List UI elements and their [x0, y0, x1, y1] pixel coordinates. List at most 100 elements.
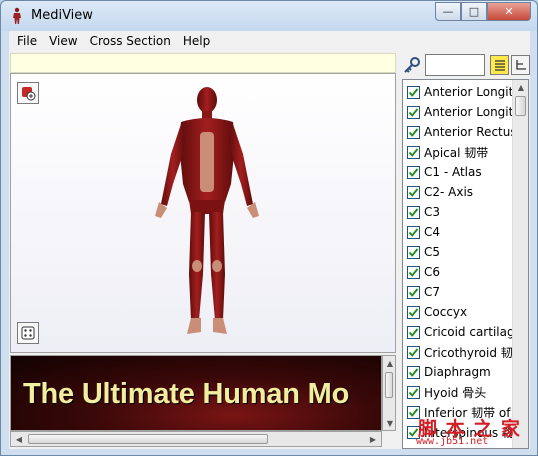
window-title: MediView: [31, 8, 93, 23]
checkbox[interactable]: [407, 305, 420, 319]
rotate-mode-button[interactable]: [17, 322, 39, 344]
checkbox[interactable]: [407, 265, 420, 279]
checkbox[interactable]: [407, 345, 420, 359]
checkbox[interactable]: [407, 245, 420, 259]
banner-horizontal-scrollbar[interactable]: ◀ ▶: [10, 431, 382, 447]
list-vscroll-thumb[interactable]: [515, 96, 526, 116]
checkbox[interactable]: [407, 165, 420, 179]
list-item[interactable]: Inferior 韧带 of: [407, 402, 512, 422]
checkmark-icon: [408, 147, 419, 157]
checkbox[interactable]: [407, 205, 420, 219]
list-item[interactable]: Diaphragm: [407, 362, 512, 382]
search-row: [401, 54, 530, 76]
checkbox[interactable]: [407, 125, 420, 139]
list-item[interactable]: C5: [407, 242, 512, 262]
banner-hscroll-thumb[interactable]: [28, 434, 268, 444]
list-vertical-scrollbar[interactable]: ▲: [512, 80, 528, 448]
checkmark-icon: [408, 407, 419, 417]
list-item-label: C4: [424, 225, 441, 239]
checkmark-icon: [408, 367, 419, 377]
checkbox[interactable]: [407, 85, 420, 99]
list-item-label: Diaphragm: [424, 365, 491, 379]
reset-view-button[interactable]: [17, 82, 39, 104]
checkbox[interactable]: [407, 385, 420, 399]
checkbox[interactable]: [407, 185, 420, 199]
structure-list[interactable]: ▲ Anterior Longit Anterior Longit Anterior…: [402, 79, 529, 449]
list-view-button[interactable]: [490, 55, 509, 75]
tree-icon: [515, 60, 526, 70]
list-item[interactable]: C2- Axis: [407, 182, 512, 202]
checkmark-icon: [408, 347, 419, 357]
menu-view[interactable]: View: [43, 31, 83, 51]
checkmark-icon: [408, 227, 419, 237]
list-item-label: Apical 韧带: [424, 145, 489, 160]
list-item-label: Cricoid cartilag: [424, 325, 512, 339]
checkbox[interactable]: [407, 225, 420, 239]
list-item-label: Anterior Longit: [424, 105, 512, 119]
list-item-label: Coccyx: [424, 305, 468, 319]
scroll-down-icon[interactable]: ▼: [383, 416, 397, 430]
scroll-left-icon[interactable]: ◀: [12, 432, 26, 446]
list-item[interactable]: C3: [407, 202, 512, 222]
checkbox[interactable]: [407, 405, 420, 419]
list-item-label: Cricothyroid 韧: [424, 345, 512, 360]
banner-vscroll-thumb[interactable]: [385, 372, 393, 398]
list-item[interactable]: Anterior Longit: [407, 82, 512, 102]
list-item[interactable]: Anterior Longit: [407, 102, 512, 122]
checkmark-icon: [408, 127, 419, 137]
title-bar[interactable]: MediView — □ ✕: [1, 1, 537, 31]
banner-text: The Ultimate Human Mo: [23, 378, 350, 410]
window-controls: — □ ✕: [435, 2, 531, 21]
checkbox[interactable]: [407, 285, 420, 299]
list-item[interactable]: C1 - Atlas: [407, 162, 512, 182]
list-item[interactable]: Anterior Rectus: [407, 122, 512, 142]
menu-help[interactable]: Help: [177, 31, 216, 51]
list-item-label: C1 - Atlas: [424, 165, 482, 179]
list-item-label: Inferior 韧带 of: [424, 405, 511, 420]
checkbox[interactable]: [407, 365, 420, 379]
list-item-label: C6: [424, 265, 441, 279]
menu-cross-section[interactable]: Cross Section: [84, 31, 177, 51]
close-button[interactable]: ✕: [487, 2, 531, 21]
key-icon[interactable]: [403, 56, 421, 74]
list-item[interactable]: Interspinous 韧: [407, 422, 512, 442]
tree-view-button[interactable]: [511, 55, 530, 75]
list-icon: [494, 60, 505, 71]
list-item[interactable]: C6: [407, 262, 512, 282]
list-item[interactable]: C7: [407, 282, 512, 302]
list-item-label: Anterior Longit: [424, 85, 512, 99]
checkbox[interactable]: [407, 325, 420, 339]
scroll-right-icon[interactable]: ▶: [366, 432, 380, 446]
checkmark-icon: [408, 327, 419, 337]
search-input[interactable]: [425, 54, 485, 76]
list-item[interactable]: Coccyx: [407, 302, 512, 322]
menu-bar: File View Cross Section Help: [9, 31, 530, 51]
list-item-label: Anterior Rectus: [424, 125, 512, 139]
list-item-label: C2- Axis: [424, 185, 474, 199]
checkbox[interactable]: [407, 425, 420, 439]
scroll-up-icon[interactable]: ▲: [383, 356, 397, 370]
list-item[interactable]: Apical 韧带: [407, 142, 512, 162]
list-item[interactable]: C4: [407, 222, 512, 242]
checkmark-icon: [408, 87, 419, 97]
dice-icon: [21, 326, 35, 340]
menu-file[interactable]: File: [11, 31, 43, 51]
checkmark-icon: [408, 387, 419, 397]
list-item[interactable]: Cricothyroid 韧: [407, 342, 512, 362]
banner-vertical-scrollbar[interactable]: ▲ ▼: [382, 355, 396, 431]
checkmark-icon: [408, 207, 419, 217]
checkbox[interactable]: [407, 105, 420, 119]
list-item[interactable]: Hyoid 骨头: [407, 382, 512, 402]
maximize-button[interactable]: □: [461, 2, 487, 21]
list-item[interactable]: Cricoid cartilag: [407, 322, 512, 342]
list-item-label: C5: [424, 245, 441, 259]
list-scroll-up-icon[interactable]: ▲: [514, 80, 528, 94]
checkmark-icon: [408, 307, 419, 317]
checkbox[interactable]: [407, 145, 420, 159]
checkmark-icon: [408, 187, 419, 197]
list-item-label: Hyoid 骨头: [424, 385, 487, 400]
anatomy-3d-view[interactable]: [10, 73, 396, 353]
human-figure-app-icon: [13, 7, 21, 24]
minimize-button[interactable]: —: [435, 2, 461, 21]
muscle-figure-image[interactable]: [151, 84, 263, 348]
